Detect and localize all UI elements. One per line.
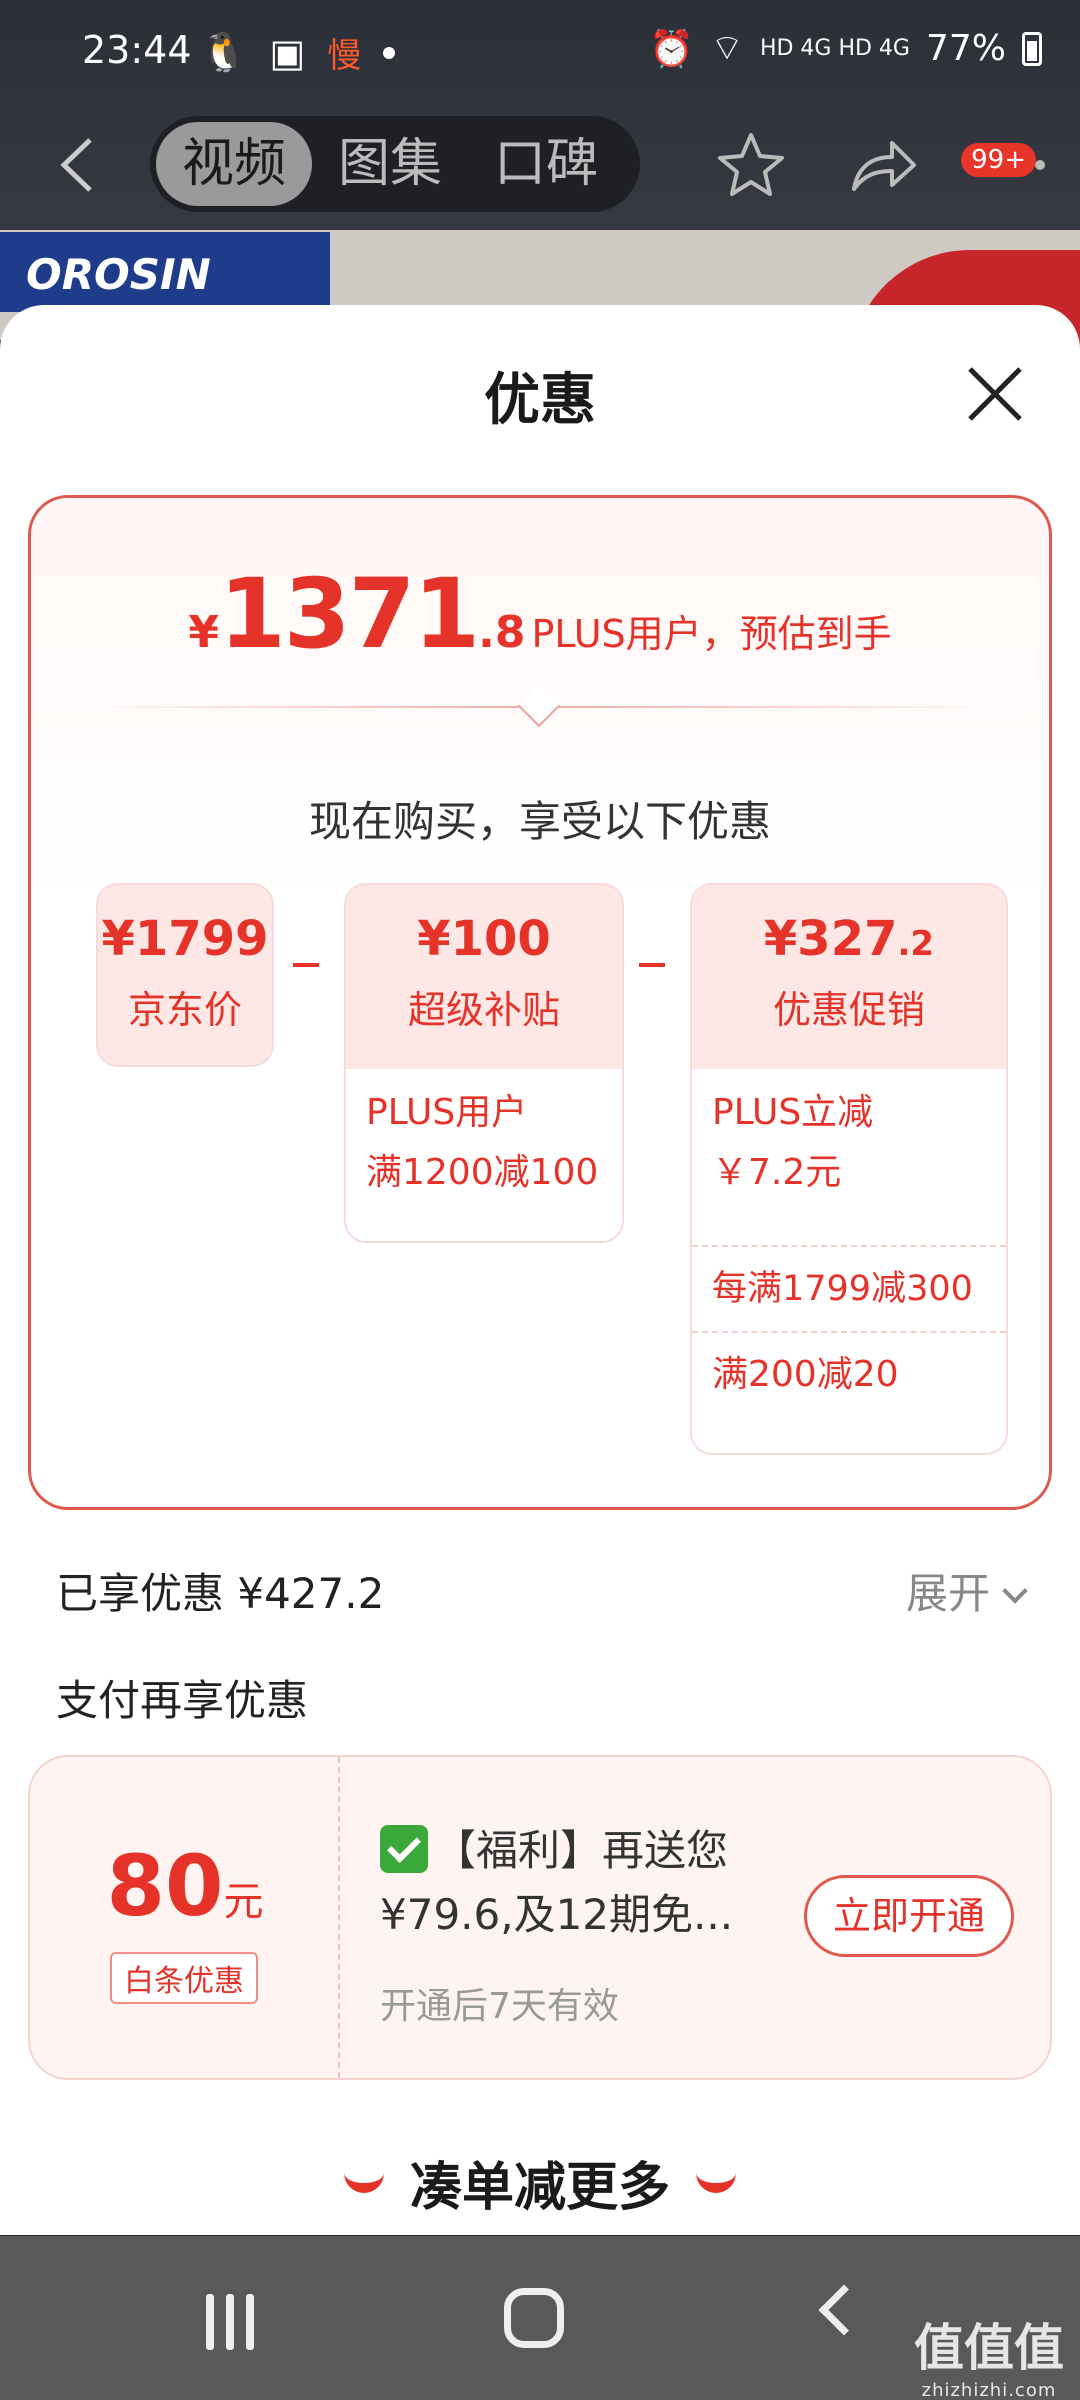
tab-reviews[interactable]: 口碑: [468, 122, 624, 206]
pay-section-title: 支付再享优惠: [56, 1676, 309, 1725]
share-icon[interactable]: [848, 135, 918, 195]
price-note: PLUS用户，预估到手: [531, 612, 892, 656]
promo-box: ¥327.2 优惠促销 PLUS立减 ￥7.2元 每满1799减300 满200…: [690, 883, 1008, 1455]
pay-offer-unit: 元: [223, 1879, 264, 1925]
status-notification-icons: 🐧 ▣ 慢: [200, 28, 396, 77]
subsidy-detail: PLUS用户 满1200减100: [366, 1092, 599, 1193]
system-back-button[interactable]: [818, 2284, 870, 2336]
status-right-icons: ⏰ ⌔ HD 4G HD 4G 77%: [649, 26, 1042, 71]
subsidy-box: ¥100 超级补贴 PLUS用户 满1200减100: [344, 883, 624, 1243]
expand-button[interactable]: 展开: [905, 1560, 1028, 1621]
back-button[interactable]: [56, 132, 116, 198]
pay-offer-card: 80元 白条优惠 【福利】再送您¥79.6,及12期免... 开通后7天有效 立…: [28, 1755, 1052, 2080]
tab-video[interactable]: 视频: [156, 122, 313, 206]
notification-app-icon: 🐧: [200, 30, 248, 74]
base-price-amount: ¥1799: [101, 911, 269, 967]
recent-apps-button[interactable]: [206, 2294, 254, 2350]
enjoyed-discount: 已享优惠 ¥427.2: [56, 1569, 385, 1618]
promo-label: 优惠促销: [772, 988, 925, 1032]
minus-sign: [639, 963, 665, 967]
discount-sheet: 优惠 ¥1371.8 PLUS用户，预估到手 现在购买，享受以下优惠 ¥1799 …: [0, 305, 1080, 2235]
promo-amount-decimal: .2: [897, 924, 935, 964]
more-notifications-dot: [383, 46, 396, 59]
promo-detail-threshold: 满200减20: [692, 1331, 1006, 1417]
close-button[interactable]: [964, 363, 1026, 425]
pay-offer-number: 80: [106, 1837, 224, 1935]
brand-logo: OROSIN: [0, 232, 330, 312]
nav-actions: 99+: [716, 130, 1050, 200]
promo-amount-integer: ¥327: [763, 911, 898, 967]
close-icon: [968, 367, 1022, 421]
base-price-box: ¥1799 京东价: [96, 883, 274, 1067]
smile-left-icon: [343, 2173, 384, 2193]
pay-offer-validity: 开通后7天有效: [380, 1986, 619, 2027]
price-breakdown-card: ¥1371.8 PLUS用户，预估到手 现在购买，享受以下优惠 ¥1799 京东价…: [28, 495, 1052, 1510]
status-time: 23:44: [82, 28, 192, 72]
divider-notch: [517, 684, 561, 728]
smile-right-icon: [696, 2173, 736, 2193]
watermark: 值值值 zhizhizhi.com: [914, 2308, 1064, 2400]
chevron-down-icon: [1002, 1578, 1028, 1604]
pay-offer-amount: 80元: [30, 1837, 340, 1935]
subsidy-amount: ¥100: [417, 911, 551, 967]
sheet-title: 优惠: [484, 368, 596, 433]
chevron-left-icon: [60, 138, 92, 192]
notification-badge: 99+: [961, 143, 1036, 177]
expand-label: 展开: [905, 1569, 990, 1618]
price-symbol: ¥: [188, 607, 219, 658]
status-bar: 23:44 🐧 ▣ 慢 ⏰ ⌔ HD 4G HD 4G 77%: [0, 0, 1080, 100]
minus-sign: [293, 963, 319, 967]
wifi-icon: ⌔: [710, 28, 744, 69]
more-button[interactable]: 99+: [961, 143, 1050, 177]
price-integer: 1371: [218, 558, 480, 670]
home-button[interactable]: [504, 2288, 564, 2348]
watermark-text: 值值值: [914, 2319, 1064, 2377]
alarm-icon: ⏰: [649, 28, 695, 70]
pay-offer-desc-text: 【福利】再送您¥79.6,及12期免...: [380, 1826, 734, 1939]
network-indicator: HD 4G HD 4G: [759, 36, 910, 61]
add-more-label: 凑单减更多: [409, 2158, 670, 2218]
gallery-icon: ▣: [269, 30, 306, 75]
activate-button[interactable]: 立即开通: [804, 1875, 1014, 1957]
product-navbar: 视频 图集 口碑 99+: [0, 110, 1080, 220]
battery-icon: [1022, 31, 1042, 66]
subsidy-label: 超级补贴: [407, 988, 560, 1032]
slow-app-icon: 慢: [327, 36, 362, 76]
media-tabs: 视频 图集 口碑: [150, 116, 640, 212]
check-icon: [380, 1825, 428, 1873]
breakdown-subtitle: 现在购买，享受以下优惠: [308, 797, 771, 846]
price-decimal: .8: [478, 607, 526, 658]
base-price-label: 京东价: [127, 988, 242, 1032]
tab-gallery[interactable]: 图集: [312, 122, 468, 206]
pay-offer-tag: 白条优惠: [110, 1952, 258, 2004]
promo-detail-plus: PLUS立减 ￥7.2元: [712, 1092, 874, 1193]
watermark-url: zhizhizhi.com: [921, 2380, 1057, 2400]
promo-detail-every: 每满1799减300: [692, 1245, 1006, 1331]
add-more-items-link[interactable]: 凑单减更多: [0, 2145, 1080, 2220]
battery-percent: 77%: [925, 28, 1006, 69]
star-icon[interactable]: [716, 130, 786, 200]
pay-offer-description: 【福利】再送您¥79.6,及12期免...: [380, 1819, 780, 1947]
estimated-price: ¥1371.8 PLUS用户，预估到手: [31, 558, 1049, 670]
promo-amount: ¥327.2: [692, 885, 1006, 967]
